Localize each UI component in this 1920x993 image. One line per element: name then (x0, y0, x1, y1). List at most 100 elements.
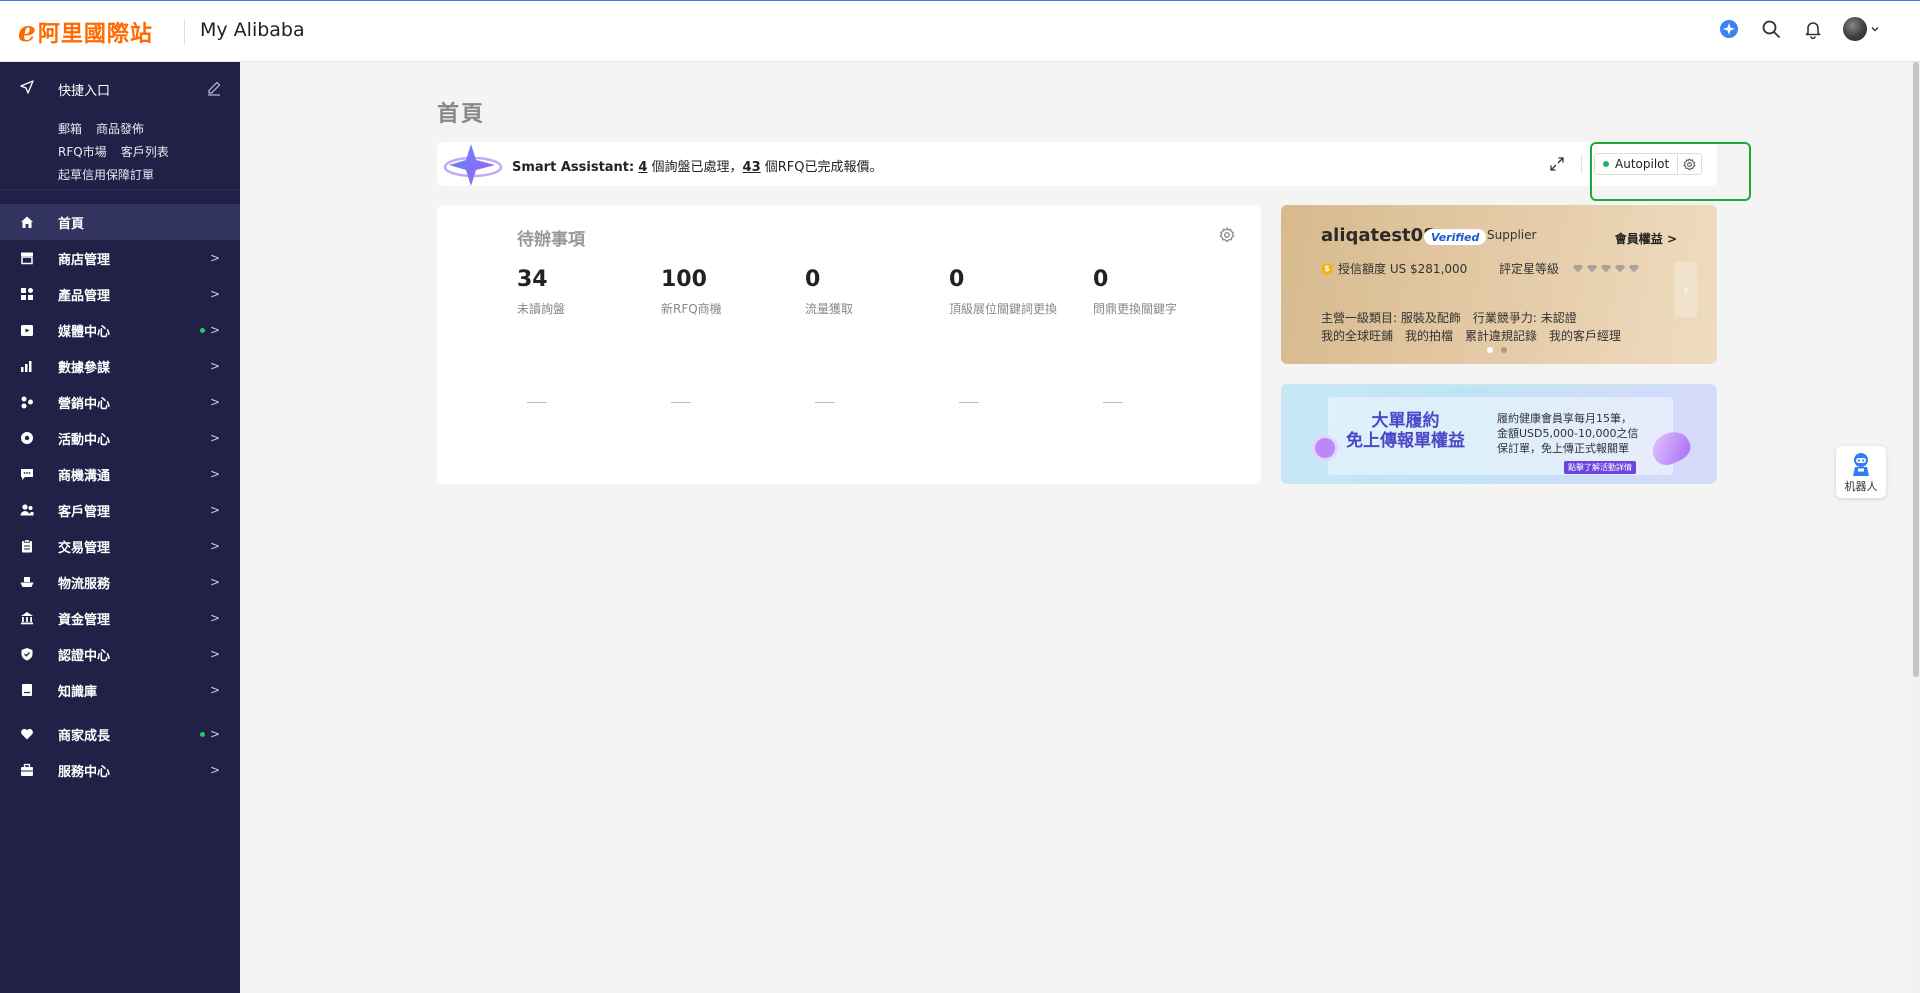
store-icon (20, 251, 34, 265)
sidebar-item-growth[interactable]: 商家成長 > (0, 716, 240, 752)
quick-link-publish-product[interactable]: 商品發佈 (96, 122, 144, 136)
sidebar-item-label: 物流服務 (58, 576, 111, 592)
search-icon[interactable] (1759, 17, 1783, 41)
sidebar-item-label: 媒體中心 (58, 324, 111, 340)
user-menu[interactable] (1843, 17, 1880, 41)
sidebar-item-label: 資金管理 (58, 612, 111, 628)
chevron-right-icon: > (209, 251, 220, 265)
sidebar-item-label: 知識庫 (58, 684, 98, 700)
quick-link-customer-list[interactable]: 客戶列表 (121, 145, 169, 159)
chevron-right-icon: > (209, 611, 220, 625)
trend-placeholder (815, 402, 835, 403)
username: aliqatest08 (1321, 225, 1436, 246)
ai-assistant-icon[interactable] (1717, 17, 1741, 41)
page-title: 首頁 (437, 102, 486, 127)
stat-traffic[interactable]: 0 流量獲取 (805, 267, 945, 403)
rfq-count-link[interactable]: 43 (743, 160, 761, 175)
smart-assistant-bar: Smart Assistant: 4 個詢盤已處理，43 個RFQ已完成報價。 … (437, 142, 1717, 186)
chevron-right-icon: > (209, 287, 220, 301)
sidebar-item-marketing[interactable]: 營銷中心 > (0, 384, 240, 420)
scrollbar[interactable] (1912, 62, 1920, 993)
inquiries-text: 個詢盤已處理， (647, 160, 743, 175)
chevron-right-icon: > (209, 503, 220, 517)
stat-value: 0 (949, 267, 965, 292)
carousel-next-icon[interactable]: › (1675, 262, 1697, 317)
shield-icon (20, 647, 34, 661)
alibaba-logo[interactable]: e 阿里國際站 (18, 17, 153, 48)
banner-desc-line2: 金額USD5,000-10,000之信 (1497, 427, 1639, 440)
scrollbar-thumb[interactable] (1913, 62, 1919, 677)
sidebar-nav: 首頁 商店管理 > 產品管理 > 媒體中心 > 數據參謀 > 營銷中心 > 活動… (0, 204, 240, 788)
sidebar-item-logistics[interactable]: 物流服務 > (0, 564, 240, 600)
quick-link-draft-order[interactable]: 起草信用保障訂單 (58, 168, 154, 182)
robot-assistant-button[interactable]: 机器人 (1836, 446, 1886, 498)
link-violations[interactable]: 累計違規記錄 (1465, 329, 1537, 343)
edit-icon[interactable] (206, 80, 222, 100)
sidebar-item-label: 數據參謀 (58, 360, 111, 376)
ship-icon (20, 575, 34, 589)
avatar[interactable] (1843, 17, 1867, 41)
chevron-right-icon: > (209, 359, 220, 373)
bell-icon[interactable] (1801, 17, 1825, 41)
robot-icon (1853, 452, 1869, 476)
quick-link-mailbox[interactable]: 郵箱 (58, 122, 82, 136)
diamond-icon (1587, 264, 1598, 273)
quick-entry-label: 快捷入口 (58, 84, 111, 99)
chevron-right-icon: > (209, 431, 220, 445)
quick-links: 郵箱 商品發佈 RFQ市場 客戶列表 起草信用保障訂單 (58, 118, 183, 187)
carousel-dots (1487, 347, 1507, 353)
diamond-icon (1615, 264, 1626, 273)
sidebar-item-label: 客戶管理 (58, 504, 111, 520)
link-account-manager[interactable]: 我的客戶經理 (1549, 329, 1621, 343)
link-my-partner[interactable]: 我的拍檔 (1405, 329, 1453, 343)
sidebar-item-transactions[interactable]: 交易管理 > (0, 528, 240, 564)
todo-settings-gear-icon[interactable] (1219, 227, 1235, 247)
diamond-icon (1573, 264, 1584, 273)
member-rights-link[interactable]: 會員權益 > (1615, 230, 1677, 247)
stat-keyword-replace[interactable]: 0 問鼎更換關鍵字 (1093, 267, 1233, 403)
supplier-label: Supplier (1487, 228, 1537, 242)
stat-label: 新RFQ商機 (661, 302, 722, 316)
rfq-text: 個RFQ已完成報價。 (760, 160, 883, 175)
sidebar-item-customers[interactable]: 客戶管理 > (0, 492, 240, 528)
sidebar-item-certification[interactable]: 認證中心 > (0, 636, 240, 672)
new-badge-dot (200, 732, 205, 737)
chevron-right-icon: > (209, 647, 220, 661)
promo-banner[interactable]: 大單履約 免上傳報單權益 履約健康會員享每月15筆， 金額USD5,000-10… (1281, 384, 1717, 484)
quick-link-rfq-market[interactable]: RFQ市場 (58, 145, 107, 159)
sidebar-item-home[interactable]: 首頁 (0, 204, 240, 240)
coin-icon: $ (1321, 262, 1333, 275)
sidebar-item-communication[interactable]: 商機溝通 > (0, 456, 240, 492)
credit-text: 授信額度 US $281,000 (1338, 262, 1468, 276)
carousel-dot[interactable] (1501, 347, 1507, 353)
trend-placeholder (671, 402, 691, 403)
sidebar-item-label: 交易管理 (58, 540, 111, 556)
sidebar-item-data[interactable]: 數據參謀 > (0, 348, 240, 384)
stat-top-booth-keywords[interactable]: 0 頂級展位關鍵詞更換 (949, 267, 1089, 403)
clipboard-icon (20, 539, 34, 553)
rating: 評定星等級 (1499, 260, 1640, 277)
quick-entry-header: 快捷入口 (20, 80, 110, 99)
grid-icon (20, 287, 34, 301)
stat-new-rfq[interactable]: 100 新RFQ商機 (661, 267, 801, 403)
stat-unread-inquiries[interactable]: 34 未讀詢盤 (517, 267, 657, 403)
bank-icon (20, 611, 34, 625)
sidebar-item-label: 活動中心 (58, 432, 111, 448)
sidebar-item-service[interactable]: 服務中心 > (0, 752, 240, 788)
sidebar-item-products[interactable]: 產品管理 > (0, 276, 240, 312)
sidebar-item-knowledge[interactable]: 知識庫 > (0, 672, 240, 708)
trend-placeholder (1103, 402, 1123, 403)
expand-icon[interactable] (1549, 156, 1565, 176)
rating-label: 評定星等級 (1499, 262, 1560, 276)
link-global-store[interactable]: 我的全球旺鋪 (1321, 329, 1393, 343)
trend-placeholder (527, 402, 547, 403)
carousel-dot[interactable] (1487, 347, 1493, 353)
sidebar-item-label: 產品管理 (58, 288, 111, 304)
home-icon (20, 215, 34, 229)
sidebar-item-store[interactable]: 商店管理 > (0, 240, 240, 276)
sidebar-item-funds[interactable]: 資金管理 > (0, 600, 240, 636)
sidebar-item-activity[interactable]: 活動中心 > (0, 420, 240, 456)
sidebar-item-media[interactable]: 媒體中心 > (0, 312, 240, 348)
banner-cta[interactable]: 點擊了解活動詳情 (1564, 461, 1636, 474)
alarm-clock-icon (1312, 435, 1338, 461)
